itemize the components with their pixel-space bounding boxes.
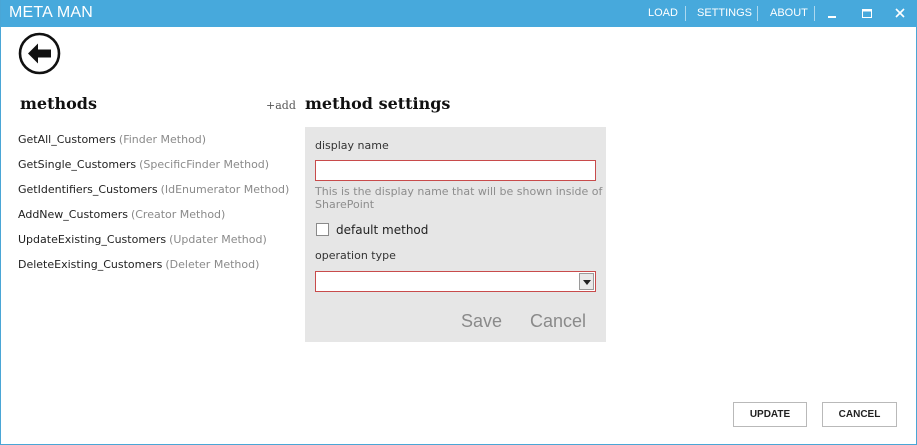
operation-type-label: operation type	[315, 249, 396, 262]
methods-heading: methods	[20, 94, 97, 113]
nav-divider	[814, 6, 815, 21]
app-title: META MAN	[9, 4, 93, 21]
display-name-label: display name	[315, 139, 389, 152]
title-bar: META MAN LOAD SETTINGS ABOUT	[1, 0, 917, 27]
methods-list: GetAll_Customers (Finder Method) GetSingl…	[18, 133, 308, 283]
method-type: (SpecificFinder Method)	[139, 158, 270, 171]
method-settings-panel: display name This is the display name th…	[305, 127, 606, 342]
method-type: (Deleter Method)	[165, 258, 260, 271]
method-name: GetAll_Customers	[18, 133, 116, 146]
cancel-button[interactable]: Cancel	[530, 311, 586, 332]
method-type: (Finder Method)	[118, 133, 207, 146]
method-name: GetSingle_Customers	[18, 158, 137, 171]
method-name: GetIdentifiers_Customers	[18, 183, 158, 196]
method-settings-heading: method settings	[305, 94, 451, 113]
method-type: (Creator Method)	[130, 208, 226, 221]
default-method-label: default method	[336, 223, 429, 237]
load-link[interactable]: LOAD	[648, 7, 678, 19]
method-type: (Updater Method)	[169, 233, 267, 246]
method-item-getsingle[interactable]: GetSingle_Customers (SpecificFinder Metho…	[18, 158, 308, 183]
close-button[interactable]	[890, 4, 910, 22]
close-icon	[895, 8, 905, 18]
chevron-down-icon[interactable]	[579, 273, 594, 290]
footer-cancel-button[interactable]: CANCEL	[822, 402, 897, 427]
minimize-icon	[828, 16, 836, 18]
settings-link[interactable]: SETTINGS	[697, 7, 752, 19]
display-name-input[interactable]	[315, 160, 596, 181]
method-name: UpdateExisting_Customers	[18, 233, 167, 246]
default-method-checkbox[interactable]	[316, 223, 329, 236]
operation-type-select[interactable]	[315, 271, 596, 292]
update-button[interactable]: UPDATE	[733, 402, 807, 427]
method-type: (IdEnumerator Method)	[160, 183, 290, 196]
arrow-left-icon	[18, 32, 61, 75]
minimize-button[interactable]	[822, 4, 842, 22]
add-method-link[interactable]: +add	[266, 99, 296, 112]
method-item-deleteexisting[interactable]: DeleteExisting_Customers (Deleter Method)	[18, 258, 308, 283]
maximize-button[interactable]	[857, 4, 877, 22]
method-item-getall[interactable]: GetAll_Customers (Finder Method)	[18, 133, 308, 158]
display-name-help-text: This is the display name that will be sh…	[315, 185, 603, 211]
nav-divider	[757, 6, 758, 21]
app-window: META MAN LOAD SETTINGS ABOUT methods +ad…	[0, 0, 917, 445]
save-button[interactable]: Save	[461, 311, 502, 332]
nav-divider	[685, 6, 686, 21]
method-name: AddNew_Customers	[18, 208, 128, 221]
method-item-addnew[interactable]: AddNew_Customers (Creator Method)	[18, 208, 308, 233]
method-item-updateexisting[interactable]: UpdateExisting_Customers (Updater Method)	[18, 233, 308, 258]
back-button[interactable]	[18, 32, 61, 75]
method-name: DeleteExisting_Customers	[18, 258, 163, 271]
about-link[interactable]: ABOUT	[770, 7, 808, 19]
maximize-icon	[862, 9, 872, 18]
method-item-getidentifiers[interactable]: GetIdentifiers_Customers (IdEnumerator Me…	[18, 183, 308, 208]
